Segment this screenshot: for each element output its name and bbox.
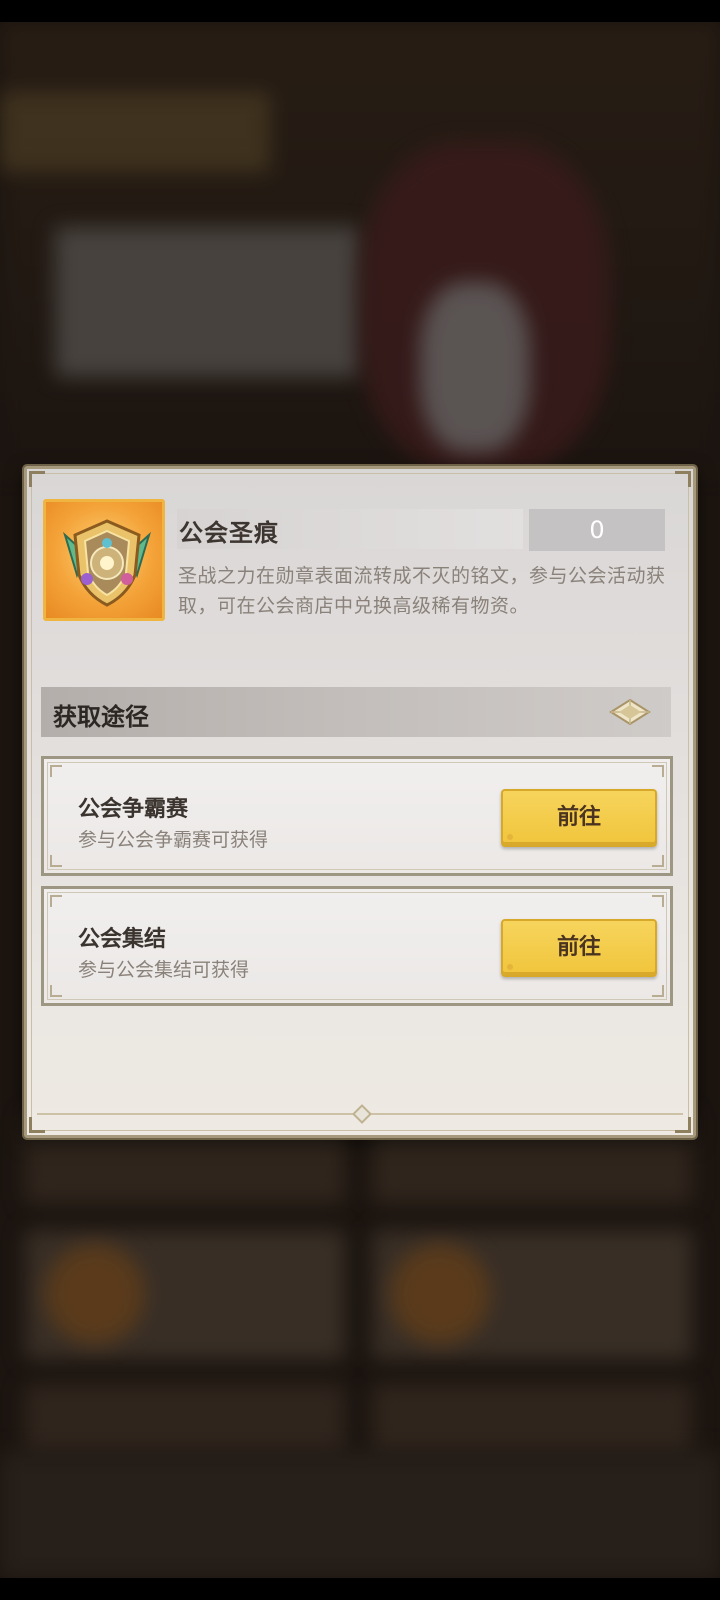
diamond-icon <box>609 698 651 730</box>
item-info-dialog: 公会圣痕 0 圣战之力在勋章表面流转成不灭的铭文，参与公会活动获取，可在公会商店… <box>24 466 696 1138</box>
card-corner <box>652 765 664 777</box>
source-card-guild-rally: 公会集结 参与公会集结可获得 前往 <box>41 886 673 1006</box>
bottom-ornament <box>37 1104 683 1124</box>
source-card-guild-tournament: 公会争霸赛 参与公会争霸赛可获得 前往 <box>41 756 673 876</box>
ornament-diamond <box>352 1104 372 1124</box>
guild-emblem-icon <box>43 499 165 621</box>
card-corner <box>652 895 664 907</box>
frame-corner <box>29 471 45 487</box>
go-button-guild-rally[interactable]: 前往 <box>501 919 657 977</box>
card-corner <box>50 855 62 867</box>
item-count: 0 <box>529 509 665 551</box>
card-corner <box>50 765 62 777</box>
go-button-guild-tournament[interactable]: 前往 <box>501 789 657 847</box>
sources-section-title: 获取途径 <box>53 703 149 731</box>
card-corner <box>50 895 62 907</box>
frame-corner <box>675 471 691 487</box>
source-title: 公会争霸赛 <box>78 797 189 822</box>
item-description: 圣战之力在勋章表面流转成不灭的铭文，参与公会活动获取，可在公会商店中兑换高级稀有… <box>178 565 666 617</box>
card-corner <box>50 985 62 997</box>
card-corner <box>652 855 664 867</box>
item-name: 公会圣痕 <box>179 519 279 547</box>
card-corner <box>652 985 664 997</box>
source-description: 参与公会争霸赛可获得 <box>78 829 269 851</box>
sources-section-header[interactable]: 获取途径 <box>41 687 671 737</box>
source-title: 公会集结 <box>78 927 167 952</box>
source-description: 参与公会集结可获得 <box>78 959 250 981</box>
